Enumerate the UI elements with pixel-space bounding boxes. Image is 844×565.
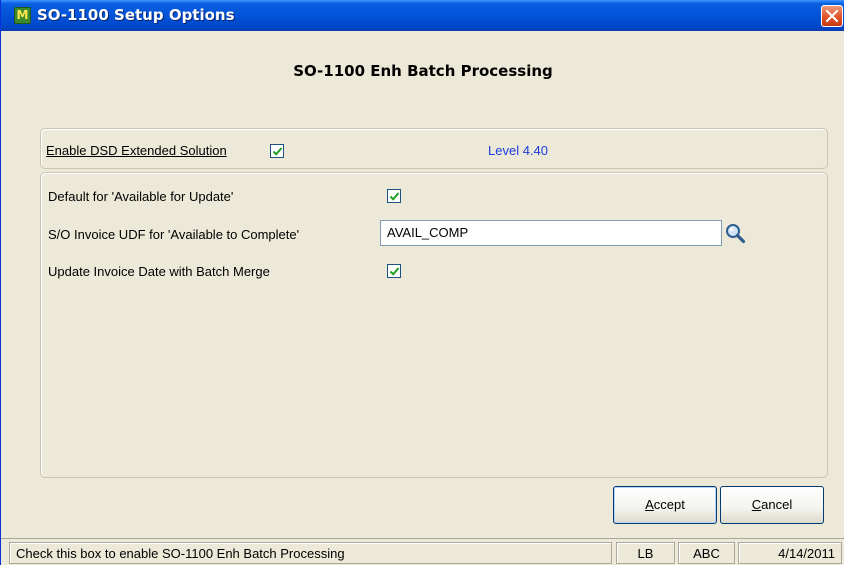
- update-date-label: Update Invoice Date with Batch Merge: [48, 264, 270, 279]
- status-company: ABC: [678, 542, 735, 564]
- cancel-button[interactable]: Cancel: [720, 486, 824, 524]
- update-date-checkbox[interactable]: [387, 264, 401, 278]
- options-panel: Default for 'Available for Update' S/O I…: [40, 172, 828, 478]
- lookup-button[interactable]: [724, 222, 746, 244]
- title-bar[interactable]: M SO-1100 Setup Options: [1, 0, 844, 31]
- enable-extended-label: Enable DSD Extended Solution: [46, 143, 227, 158]
- setup-options-window: M SO-1100 Setup Options SO-1100 Enh Batc…: [0, 0, 844, 565]
- status-user: LB: [616, 542, 675, 564]
- udf-label: S/O Invoice UDF for 'Available to Comple…: [48, 227, 300, 242]
- page-heading: SO-1100 Enh Batch Processing: [293, 62, 553, 80]
- checkmark-icon: [272, 147, 283, 156]
- accept-button[interactable]: Accept: [613, 486, 717, 524]
- enable-extended-checkbox[interactable]: [270, 144, 284, 158]
- checkmark-icon: [389, 267, 400, 276]
- app-icon: M: [14, 7, 31, 24]
- window-title: SO-1100 Setup Options: [37, 6, 235, 24]
- magnifier-icon: [726, 224, 746, 244]
- status-message: Check this box to enable SO-1100 Enh Bat…: [9, 542, 612, 564]
- status-date: 4/14/2011: [738, 542, 842, 564]
- enable-panel: Enable DSD Extended Solution Level 4.40: [40, 128, 828, 169]
- default-available-label: Default for 'Available for Update': [48, 189, 234, 204]
- close-button[interactable]: [821, 5, 843, 27]
- status-bar: Check this box to enable SO-1100 Enh Bat…: [1, 538, 844, 565]
- checkmark-icon: [389, 192, 400, 201]
- close-icon: [826, 10, 838, 22]
- default-available-checkbox[interactable]: [387, 189, 401, 203]
- level-text: Level 4.40: [488, 143, 548, 158]
- udf-input[interactable]: AVAIL_COMP: [380, 220, 722, 246]
